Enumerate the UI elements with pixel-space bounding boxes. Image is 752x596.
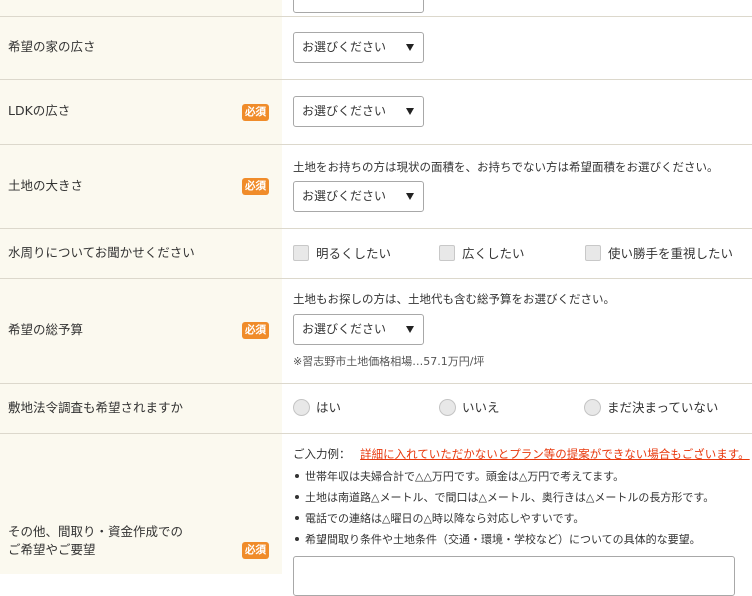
chevron-down-icon	[406, 108, 414, 115]
form-row-land-size: 土地の大きさ 必須 土地をお持ちの方は現状の面積を、お持ちでない方は希望面積をお…	[0, 145, 752, 229]
list-item: 世帯年収は夫婦合計で△△万円です。頭金は△万円で考えてます。	[293, 466, 714, 487]
option-label: まだ決まっていない	[607, 400, 719, 415]
ldk-size-select[interactable]: お選びください	[293, 96, 424, 127]
row-input-cell: お選びください	[282, 80, 752, 144]
option-label: 明るくしたい	[316, 246, 392, 261]
required-badge: 必須	[242, 322, 269, 339]
row-input-cell: はい いいえ まだ決まっていない	[282, 384, 752, 433]
form-row-water: 水周りについてお聞かせください 明るくしたい 広くしたい 使い勝手を重視したい	[0, 229, 752, 279]
chevron-down-icon	[406, 326, 414, 333]
checkbox[interactable]	[293, 245, 309, 261]
checkbox[interactable]	[585, 245, 601, 261]
row-label-cell: 希望の家の広さ	[0, 17, 282, 79]
house-size-select[interactable]: お選びください	[293, 32, 424, 63]
chevron-down-icon	[406, 44, 414, 51]
radio-button[interactable]	[584, 399, 601, 416]
other-label-line1: その他、間取り・資金作成での	[8, 524, 184, 539]
row-input-cell	[282, 0, 752, 16]
land-size-select[interactable]: お選びください	[293, 181, 424, 212]
row-label-cell: 土地の大きさ 必須	[0, 145, 282, 228]
land-price-note: ※習志野市土地価格相場…57.1万円/坪	[293, 355, 485, 368]
option-label: いいえ	[462, 400, 500, 415]
estimate-form: 希望の家の広さ お選びください LDKの広さ 必須 お選びください 土地の大きさ…	[0, 0, 752, 596]
form-row-house-size: 希望の家の広さ お選びください	[0, 17, 752, 80]
row-input-cell: お選びください	[282, 17, 752, 79]
example-list: 世帯年収は夫婦合計で△△万円です。頭金は△万円で考えてます。 土地は南道路△メー…	[293, 466, 714, 550]
ldk-size-label: LDKの広さ	[8, 103, 71, 118]
form-row-budget: 希望の総予算 必須 土地もお探しの方は、土地代も含む総予算をお選びください。 お…	[0, 279, 752, 384]
water-label: 水周りについてお聞かせください	[8, 245, 195, 260]
land-size-label: 土地の大きさ	[8, 178, 84, 193]
select-value: お選びください	[302, 104, 387, 118]
option-label: 広くしたい	[462, 246, 525, 261]
radio-button[interactable]	[293, 399, 310, 416]
house-size-label: 希望の家の広さ	[8, 39, 96, 54]
survey-label: 敷地法令調査も希望されますか	[8, 400, 184, 415]
row-label-cell: LDKの広さ 必須	[0, 80, 282, 144]
budget-select[interactable]: お選びください	[293, 314, 424, 345]
land-size-note: 土地をお持ちの方は現状の面積を、お持ちでない方は希望面積をお選びください。	[293, 160, 719, 174]
previous-select[interactable]	[293, 0, 424, 13]
row-input-cell: 明るくしたい 広くしたい 使い勝手を重視したい	[282, 229, 752, 278]
list-item: 土地は南道路△メートル、で間口は△メートル、奥行きは△メートルの長方形です。	[293, 487, 714, 508]
list-item: 希望間取り条件や土地条件（交通・環境・学校など）についての具体的な要望。	[293, 529, 714, 550]
other-label-line2: ご希望やご要望	[8, 542, 96, 557]
budget-label: 希望の総予算	[8, 322, 84, 337]
list-item: 電話での連絡は△曜日の△時以降なら対応しやすいです。	[293, 508, 714, 529]
form-row-survey: 敷地法令調査も希望されますか はい いいえ まだ決まっていない	[0, 384, 752, 434]
form-row-other: その他、間取り・資金作成での ご希望やご要望 必須 ご入力例： 詳細に入れていた…	[0, 434, 752, 596]
budget-note: 土地もお探しの方は、土地代も含む総予算をお選びください。	[293, 292, 615, 306]
checkbox[interactable]	[439, 245, 455, 261]
required-badge: 必須	[242, 542, 269, 559]
chevron-down-icon	[406, 193, 414, 200]
row-label-cell: その他、間取り・資金作成での ご希望やご要望 必須	[0, 434, 282, 574]
example-header: ご入力例： 詳細に入れていただかないとプラン等の提案ができない場合もございます。	[293, 446, 750, 462]
row-input-cell: 土地をお持ちの方は現状の面積を、お持ちでない方は希望面積をお選びください。 お選…	[282, 145, 752, 228]
form-row-ldk-size: LDKの広さ 必須 お選びください	[0, 80, 752, 145]
row-input-cell: 土地もお探しの方は、土地代も含む総予算をお選びください。 お選びください ※習志…	[282, 279, 752, 383]
row-label-cell	[0, 0, 282, 16]
row-label-cell: 敷地法令調査も希望されますか	[0, 384, 282, 433]
requests-textarea[interactable]	[293, 556, 735, 596]
row-label-cell: 水周りについてお聞かせください	[0, 229, 282, 278]
form-row-previous	[0, 0, 752, 17]
example-warning: 詳細に入れていただかないとプラン等の提案ができない場合もございます。	[360, 447, 750, 461]
select-value: お選びください	[302, 189, 387, 203]
row-input-cell: ご入力例： 詳細に入れていただかないとプラン等の提案ができない場合もございます。…	[282, 434, 752, 596]
select-value: お選びください	[302, 322, 387, 336]
select-value: お選びください	[302, 40, 387, 54]
radio-button[interactable]	[439, 399, 456, 416]
option-label: 使い勝手を重視したい	[608, 246, 734, 261]
required-badge: 必須	[242, 104, 269, 121]
required-badge: 必須	[242, 178, 269, 195]
example-label: ご入力例：	[293, 447, 351, 461]
option-label: はい	[316, 400, 342, 415]
row-label-cell: 希望の総予算 必須	[0, 279, 282, 383]
